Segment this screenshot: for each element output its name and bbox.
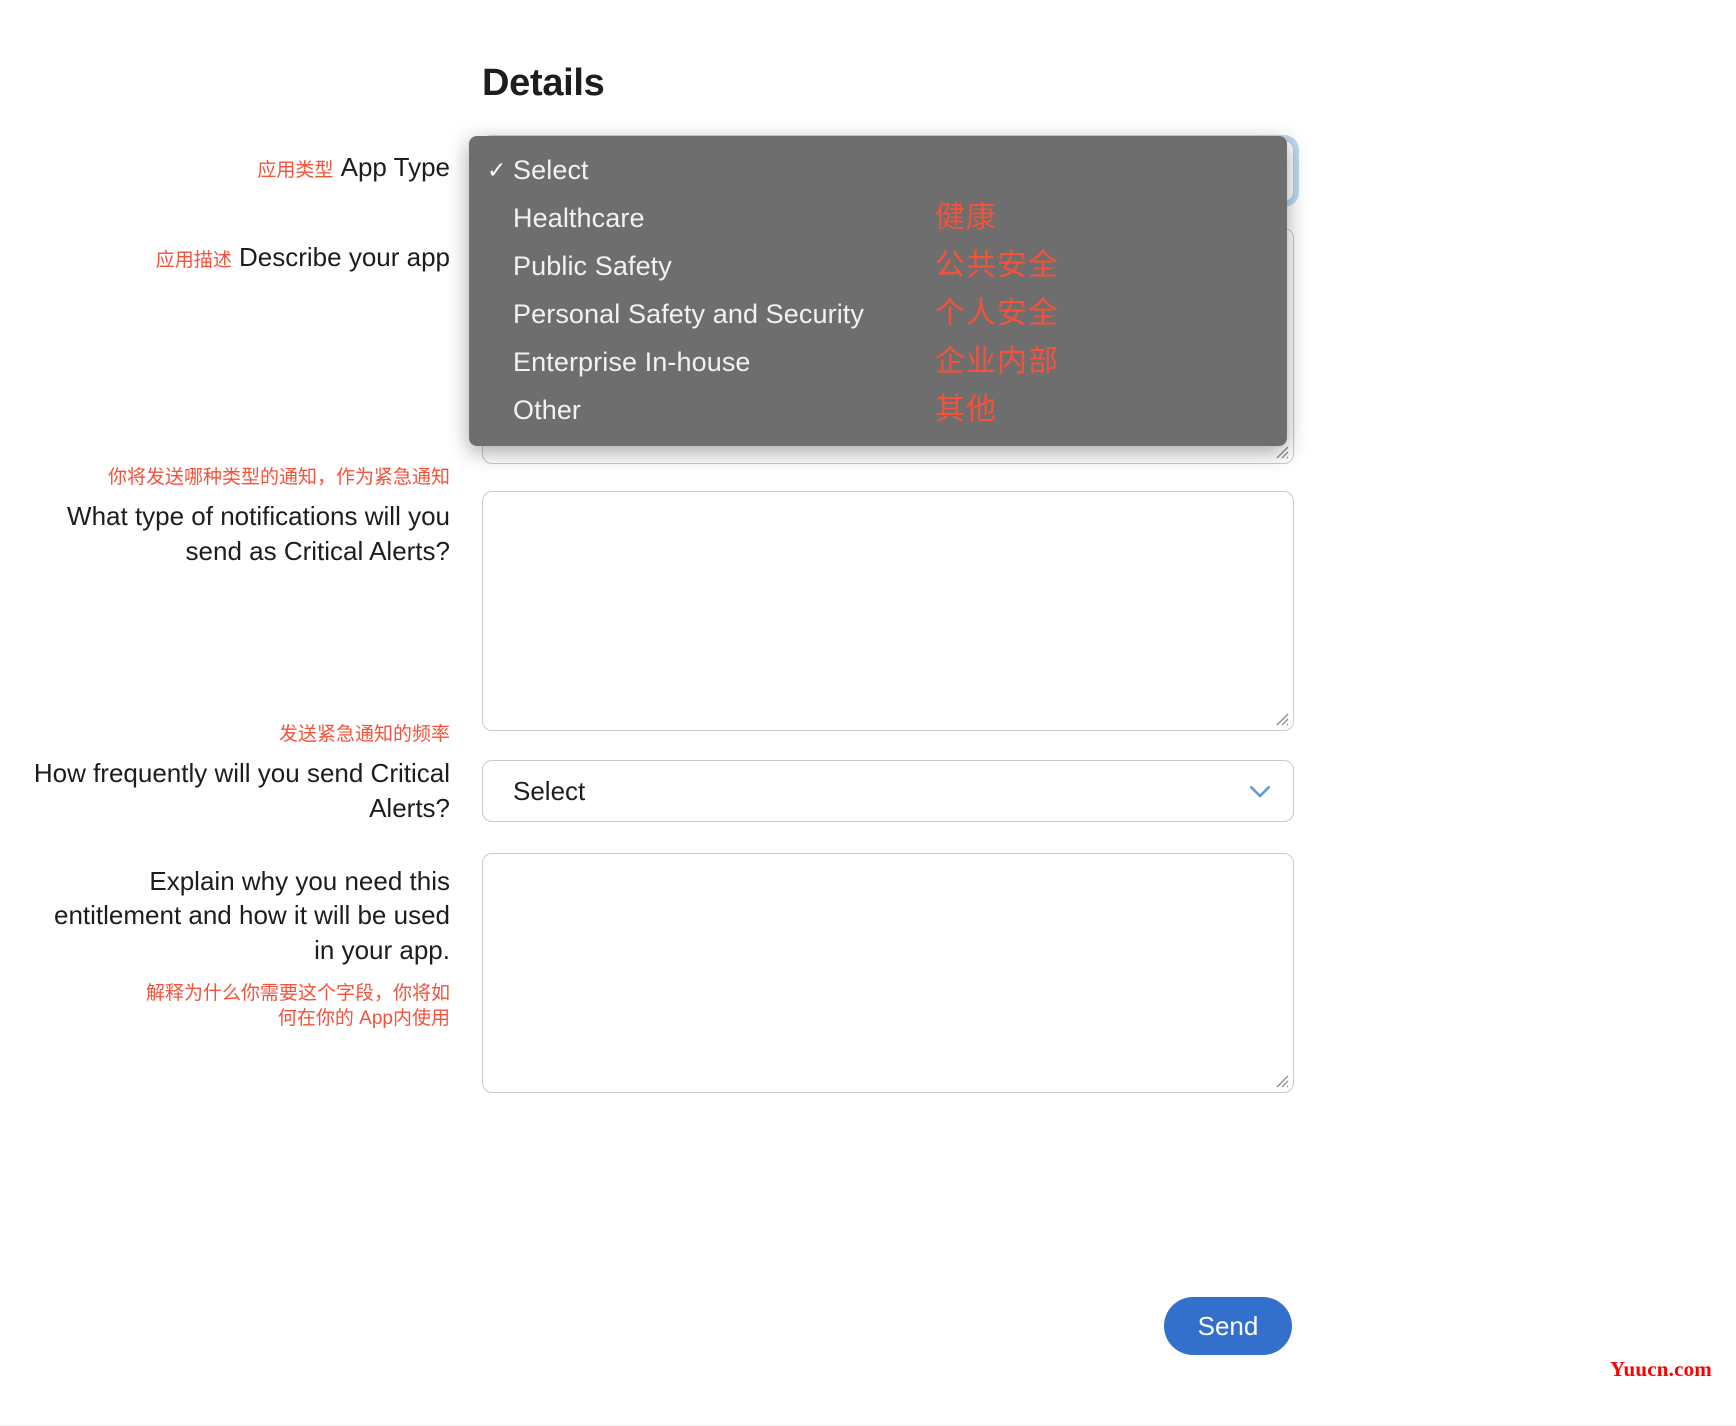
app-type-dropdown-menu[interactable]: ✓ Select Healthcare 健康 Public Safety 公共安… bbox=[469, 136, 1287, 446]
app-type-label-en: App Type bbox=[340, 152, 450, 182]
explain-label-cn-line1: 解释为什么你需要这个字段，你将如 bbox=[145, 982, 450, 1004]
watermark: Yuucn.com bbox=[1610, 1357, 1712, 1381]
notification-type-label-cn: 你将发送哪种类型的通知，作为紧急通知 bbox=[107, 467, 450, 488]
dropdown-option-label: Public Safety bbox=[513, 250, 672, 281]
dropdown-option-public-safety[interactable]: Public Safety 公共安全 bbox=[469, 242, 1287, 290]
dropdown-option-select[interactable]: ✓ Select bbox=[469, 146, 1287, 194]
page-title: Details bbox=[482, 62, 605, 104]
frequency-select[interactable]: Select bbox=[482, 760, 1294, 822]
dropdown-option-label-cn: 其他 bbox=[935, 393, 997, 426]
dropdown-option-label-cn: 健康 bbox=[935, 201, 997, 234]
dropdown-option-label: Enterprise In-house bbox=[513, 346, 751, 377]
explain-label-en: Explain why you need this entitlement an… bbox=[53, 866, 450, 965]
notification-type-label: 你将发送哪种类型的通知，作为紧急通知 What type of notifica… bbox=[30, 465, 450, 568]
dropdown-option-label-cn: 企业内部 bbox=[935, 345, 1059, 378]
notification-type-label-en: What type of notifications will you send… bbox=[67, 501, 450, 566]
send-button[interactable]: Send bbox=[1164, 1297, 1292, 1355]
check-icon: ✓ bbox=[487, 156, 507, 183]
describe-app-label-cn: 应用描述 bbox=[155, 250, 232, 271]
frequency-select-box[interactable]: Select bbox=[482, 760, 1294, 822]
frequency-label: 发送紧急通知的频率 How frequently will you send C… bbox=[30, 722, 450, 825]
describe-app-label-en: Describe your app bbox=[239, 242, 450, 272]
notification-type-field[interactable] bbox=[482, 491, 1294, 731]
app-type-label: 应用类型 App Type bbox=[30, 150, 450, 184]
describe-app-label: 应用描述 Describe your app bbox=[30, 240, 450, 274]
explain-label: Explain why you need this entitlement an… bbox=[30, 864, 450, 1032]
dropdown-option-label: Healthcare bbox=[513, 202, 645, 233]
dropdown-option-enterprise-in-house[interactable]: Enterprise In-house 企业内部 bbox=[469, 338, 1287, 386]
dropdown-option-other[interactable]: Other 其他 bbox=[469, 386, 1287, 434]
dropdown-option-personal-safety-and-security[interactable]: Personal Safety and Security 个人安全 bbox=[469, 290, 1287, 338]
frequency-label-cn: 发送紧急通知的频率 bbox=[278, 724, 450, 745]
resize-handle-icon[interactable] bbox=[1273, 710, 1289, 726]
explain-field[interactable] bbox=[482, 853, 1294, 1093]
dropdown-option-label: Other bbox=[513, 394, 582, 425]
dropdown-option-label: Personal Safety and Security bbox=[513, 298, 864, 329]
app-type-label-cn: 应用类型 bbox=[257, 160, 334, 181]
explain-textarea[interactable] bbox=[482, 853, 1294, 1093]
dropdown-option-label-cn: 个人安全 bbox=[935, 297, 1059, 330]
frequency-select-value: Select bbox=[513, 775, 586, 806]
form-page: Details 应用类型 App Type Select 应用描述 Descri… bbox=[0, 0, 1736, 1426]
chevron-down-icon[interactable] bbox=[1245, 776, 1275, 806]
explain-label-cn-line2: 何在你的 App内使用 bbox=[277, 1008, 450, 1030]
dropdown-option-label-cn: 公共安全 bbox=[935, 249, 1059, 282]
dropdown-option-healthcare[interactable]: Healthcare 健康 bbox=[469, 194, 1287, 242]
resize-handle-icon[interactable] bbox=[1273, 1072, 1289, 1088]
frequency-label-en: How frequently will you send Critical Al… bbox=[33, 758, 450, 823]
notification-type-textarea[interactable] bbox=[482, 491, 1294, 731]
dropdown-option-label: Select bbox=[513, 154, 589, 185]
